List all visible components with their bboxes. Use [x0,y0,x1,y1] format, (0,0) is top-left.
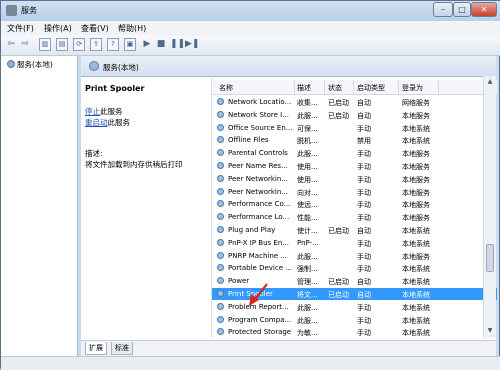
maximize-button[interactable]: □ [453,2,471,17]
services-app-icon [6,5,17,16]
export-icon[interactable]: ⇪ [90,38,102,51]
services-window: 服务 – □ ✕ 文件(F) 操作(A) 查看(V) 帮助(H) ⇦ ⇨ ▥ ▤… [0,0,500,370]
minimize-button[interactable]: – [433,2,453,17]
close-button[interactable]: ✕ [471,2,497,17]
properties-icon[interactable]: ▤ [56,38,68,51]
stop-icon[interactable]: ■ [156,38,166,51]
console-tree: 服务(本地) [1,56,78,356]
services-pane: 服务(本地) Print Spooler 停止此服务 重启动此服务 描述: 将文… [81,56,497,357]
menu-file[interactable]: 文件(F) [7,23,34,34]
console-icon[interactable]: ▣ [124,38,136,51]
refresh-icon[interactable]: ⟳ [73,38,85,51]
gear-icon [7,60,15,68]
menu-help[interactable]: 帮助(H) [118,23,146,34]
menu-bar: 文件(F) 操作(A) 查看(V) 帮助(H) [1,21,500,35]
tree-item-services-local[interactable]: 服务(本地) [7,59,53,70]
help-icon[interactable]: ? [107,38,119,51]
view-tabs: 扩展 标准 [81,340,496,357]
title-bar: 服务 – □ ✕ [1,1,500,21]
menu-action[interactable]: 操作(A) [44,23,72,34]
show-hide-tree-icon[interactable]: ▥ [39,38,51,51]
red-arrow-annotation [249,283,268,306]
tab-extended[interactable]: 扩展 [85,342,107,355]
play-icon[interactable]: ▶ [142,38,152,51]
forward-arrow-icon[interactable]: ⇨ [19,38,31,51]
tab-standard[interactable]: 标准 [111,342,133,355]
toolbar: ⇦ ⇨ ▥ ▤ ⟳ ⇪ ? ▣ ▶ ■ ❚❚ ▶❚ [1,35,500,56]
pause-icon[interactable]: ❚❚ [170,38,185,51]
window-title: 服务 [21,6,37,15]
menu-view[interactable]: 查看(V) [81,23,109,34]
back-arrow-icon[interactable]: ⇦ [5,38,17,51]
restart-icon[interactable]: ▶❚ [185,38,199,51]
tree-item-label: 服务(本地) [17,60,53,69]
